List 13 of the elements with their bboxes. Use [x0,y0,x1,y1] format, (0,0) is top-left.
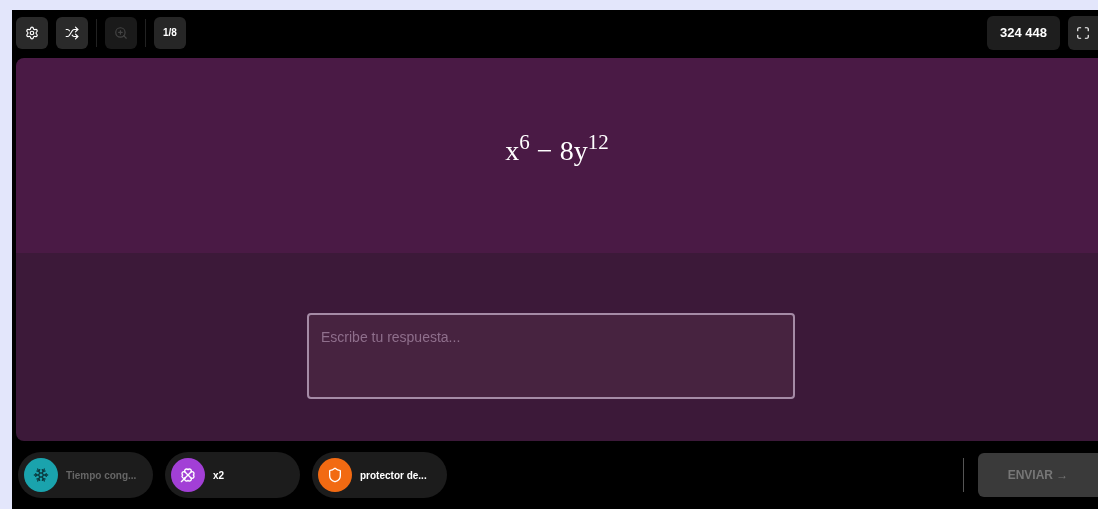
shuffle-button[interactable] [56,16,88,49]
settings-button[interactable] [16,16,48,49]
settings-icon [25,25,39,40]
fullscreen-button[interactable] [1068,15,1098,50]
score-display: 324 448 [987,15,1060,50]
answer-field[interactable]: Escribe tu respuesta... [307,313,795,399]
question-counter: 1/8 [154,16,186,49]
powerup-button[interactable]: protector de... [312,452,447,498]
zoom-icon [114,25,128,40]
powerup-button[interactable]: x2 [165,452,300,498]
fullscreen-icon [1076,25,1090,40]
math-expression: x$^{6}$ − 8y$^{12}$ [505,129,609,168]
shuffle-icon [65,25,79,40]
